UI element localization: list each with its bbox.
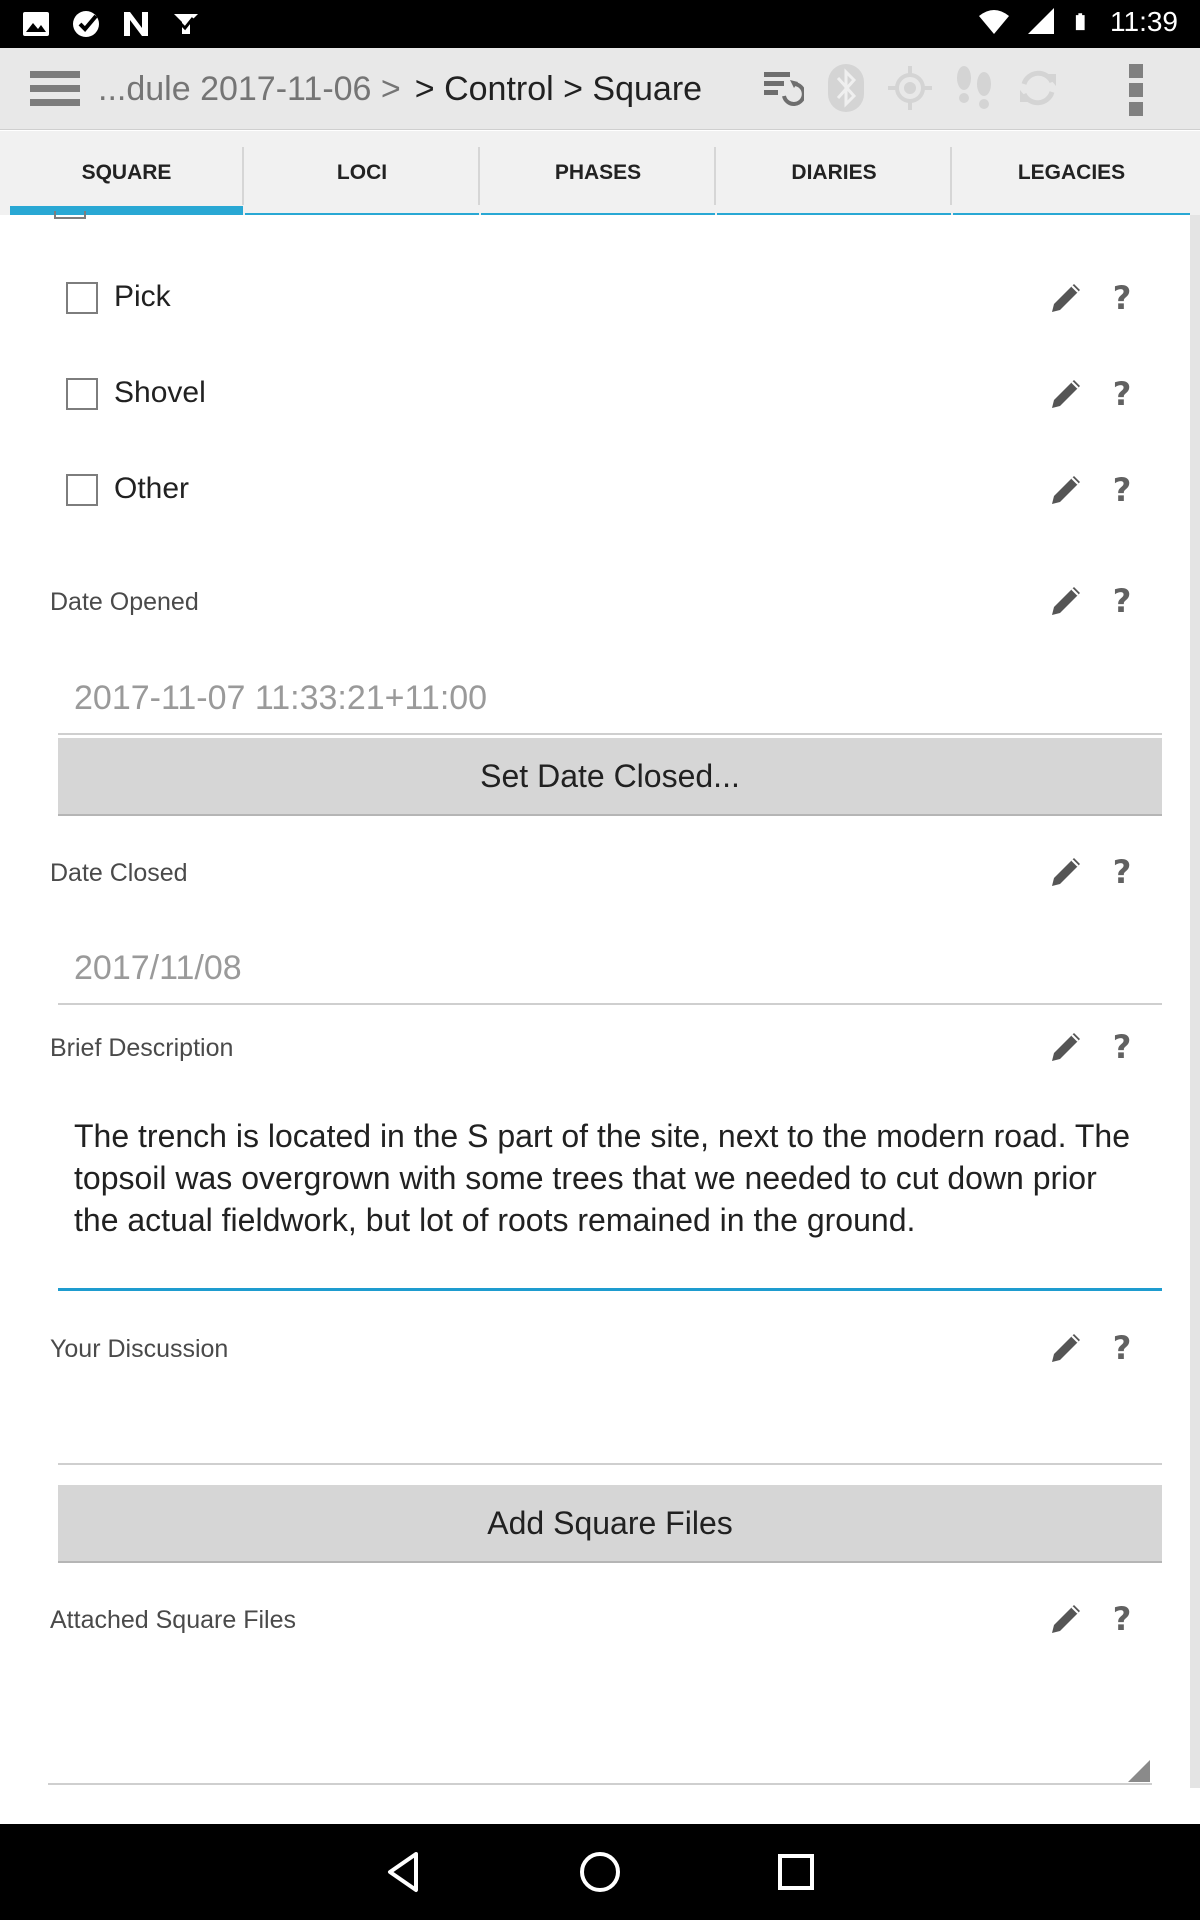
edit-pencil-icon[interactable] [1046,1328,1086,1368]
wifi-icon [979,10,1009,34]
footsteps-icon[interactable] [948,62,1000,114]
partial-checkbox [54,211,86,219]
edit-pencil-icon[interactable] [1046,1027,1086,1067]
edit-pencil-icon[interactable] [1046,470,1086,510]
back-icon[interactable] [380,1848,428,1896]
tab-square[interactable]: SQUARE [10,131,244,215]
date-closed-label: Date Closed [50,859,188,887]
recents-icon[interactable] [772,1848,820,1896]
action-bar: ...dule 2017-11-06 > > Control > Square [0,48,1200,130]
status-bar: 11:39 [0,0,1200,48]
tab-label: SQUARE [81,161,172,184]
tab-label: LEGACIES [1017,161,1126,184]
bluetooth-icon[interactable] [820,62,872,114]
tab-bar: SQUARE LOCI PHASES DIARIES LEGACIES [0,131,1200,215]
edit-pencil-icon[interactable] [1046,278,1086,318]
square-form: Pick ? Shovel ? Other ? Date Opened ? 20… [10,211,1190,1788]
date-opened-label: Date Opened [50,588,199,616]
sync-icon[interactable] [756,62,808,114]
menu-icon[interactable] [28,68,82,110]
tab-diaries[interactable]: DIARIES [717,131,952,215]
checkbox-label: Shovel [114,376,206,409]
tab-label: DIARIES [791,161,877,184]
edit-pencil-icon[interactable] [1046,581,1086,621]
gps-icon[interactable] [884,62,936,114]
n-icon [124,12,148,36]
navigation-bar [0,1824,1200,1920]
help-icon[interactable]: ? [1106,581,1138,621]
checkbox-label: Pick [114,280,171,313]
checkbox-row-pick: Pick [54,268,1164,328]
tab-label: PHASES [554,161,642,184]
edit-pencil-icon[interactable] [1046,852,1086,892]
help-icon[interactable]: ? [1106,374,1138,414]
add-square-files-button[interactable]: Add Square Files [58,1485,1162,1563]
checkbox-row-shovel: Shovel [54,364,1164,424]
pick-checkbox[interactable] [66,282,98,314]
tab-label: LOCI [336,161,388,184]
battery-icon [1075,13,1085,31]
help-icon[interactable]: ? [1106,470,1138,510]
refresh-icon[interactable] [1012,62,1064,114]
help-icon[interactable]: ? [1106,852,1138,892]
your-discussion-label: Your Discussion [50,1335,229,1363]
tab-legacies[interactable]: LEGACIES [953,131,1190,215]
overflow-menu-icon[interactable] [1124,64,1148,116]
checkbox-label: Other [114,472,190,505]
attached-files-area[interactable] [48,1783,1152,1785]
cell-signal-icon [1028,8,1054,34]
tab-phases[interactable]: PHASES [481,131,716,215]
other-checkbox[interactable] [66,474,98,506]
your-discussion-field[interactable] [58,1395,1162,1465]
home-icon[interactable] [576,1848,624,1896]
breadcrumb-current: > Control > Square [414,70,703,108]
help-icon[interactable]: ? [1106,278,1138,318]
download-check-icon [174,14,198,34]
help-icon[interactable]: ? [1106,1328,1138,1368]
breadcrumb-prev[interactable]: ...dule 2017-11-06 > [98,70,401,108]
shovel-checkbox[interactable] [66,378,98,410]
set-date-closed-button[interactable]: Set Date Closed... [58,738,1162,816]
attached-files-label: Attached Square Files [50,1606,296,1634]
tab-loci[interactable]: LOCI [245,131,480,215]
edit-pencil-icon[interactable] [1046,374,1086,414]
breadcrumb: ...dule 2017-11-06 > > Control > Square [98,70,702,109]
clock-check-icon [73,11,99,37]
edit-pencil-icon[interactable] [1046,1599,1086,1639]
help-icon[interactable]: ? [1106,1027,1138,1067]
status-time: 11:39 [1110,6,1178,37]
help-icon[interactable]: ? [1106,1599,1138,1639]
image-icon [23,12,49,36]
date-opened-field[interactable]: 2017-11-07 11:33:21+11:00 [58,667,1162,735]
brief-description-field[interactable]: The trench is located in the S part of t… [58,1113,1162,1291]
right-gutter [1190,215,1200,1788]
resize-grip-icon[interactable] [1128,1760,1150,1782]
date-closed-field[interactable]: 2017/11/08 [58,937,1162,1005]
checkbox-row-other: Other [54,460,1164,520]
brief-description-label: Brief Description [50,1034,234,1062]
